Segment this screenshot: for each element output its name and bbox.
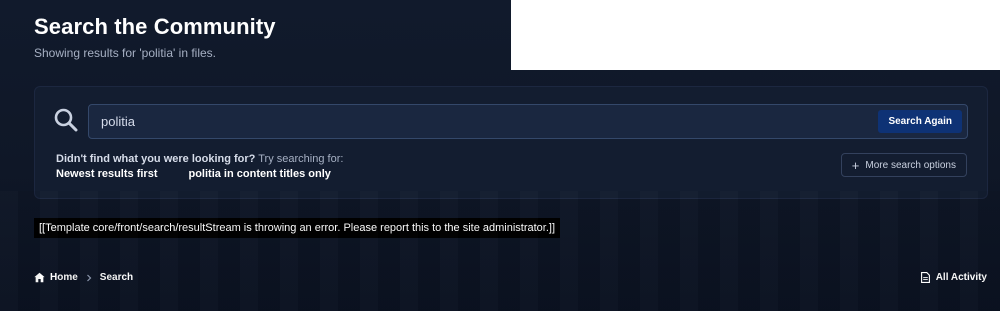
all-activity-link[interactable]: All Activity — [920, 272, 987, 283]
more-search-options-button[interactable]: + More search options — [840, 153, 967, 177]
template-error-message: [[Template core/front/search/resultStrea… — [34, 218, 561, 238]
plus-icon: + — [851, 157, 860, 173]
search-hint: Didn't find what you were looking for? T… — [56, 153, 343, 165]
search-icon — [53, 107, 79, 133]
breadcrumb: Home Search — [34, 272, 133, 283]
search-input[interactable] — [101, 105, 871, 138]
page-title: Search the Community — [34, 14, 276, 39]
suggestion-newest-first[interactable]: Newest results first — [56, 168, 157, 180]
search-panel: Search Again Didn't find what you were l… — [34, 86, 988, 199]
document-icon — [920, 272, 930, 283]
suggestion-titles-only[interactable]: politia in content titles only — [188, 168, 330, 180]
search-suggestions: Newest results first politia in content t… — [56, 168, 331, 180]
more-search-options-label: More search options — [865, 159, 956, 171]
page-subtitle: Showing results for 'politia' in files. — [34, 46, 216, 60]
search-again-button[interactable]: Search Again — [878, 110, 962, 133]
search-field: Search Again — [88, 104, 968, 139]
all-activity-label: All Activity — [935, 272, 987, 283]
search-hint-text: Try searching for: — [255, 153, 344, 165]
blank-overlay — [511, 0, 1000, 70]
home-icon — [34, 272, 45, 283]
page: Search the Community Showing results for… — [0, 0, 1000, 311]
breadcrumb-home-label: Home — [50, 272, 78, 283]
breadcrumb-search[interactable]: Search — [100, 272, 133, 283]
chevron-right-icon — [86, 274, 92, 281]
breadcrumb-home[interactable]: Home — [34, 272, 78, 283]
search-hint-question: Didn't find what you were looking for? — [56, 153, 256, 165]
